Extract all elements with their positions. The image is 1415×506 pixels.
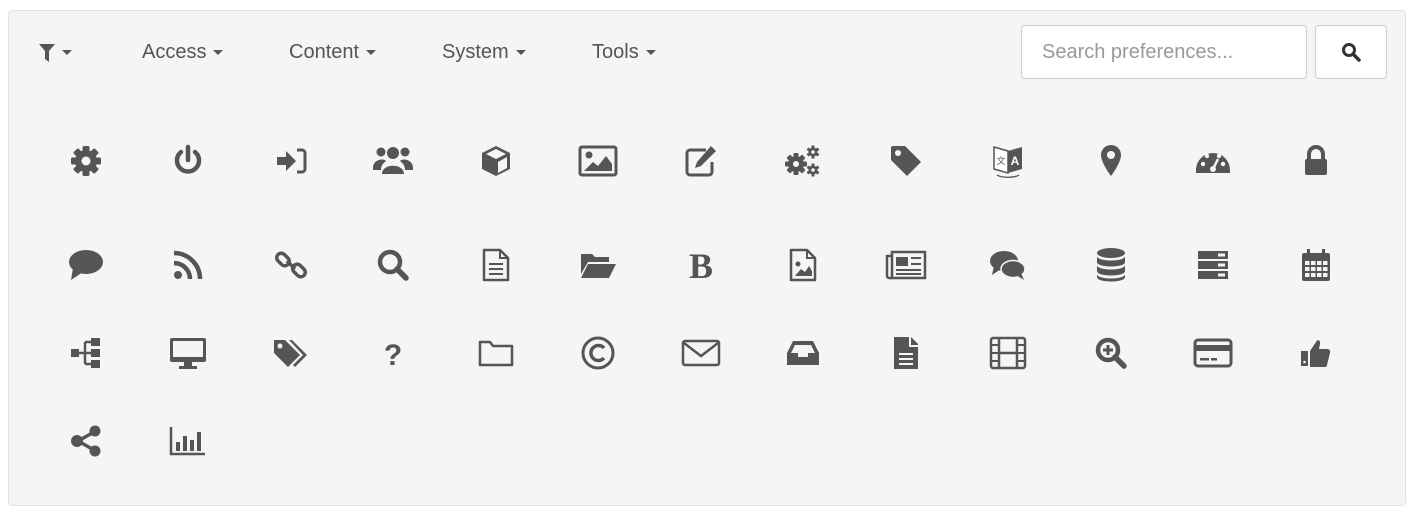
users-icon[interactable]: [361, 129, 425, 193]
cog-icon[interactable]: [54, 129, 118, 193]
search-input[interactable]: [1021, 25, 1307, 79]
filter-icon: [39, 43, 55, 62]
credit-card-icon[interactable]: [1181, 321, 1245, 385]
menu-content[interactable]: Content: [289, 41, 377, 64]
svg-text:A: A: [1011, 154, 1020, 168]
filter-dropdown[interactable]: [39, 41, 72, 64]
envelope-icon[interactable]: [669, 321, 733, 385]
search-icon[interactable]: [361, 233, 425, 297]
inbox-icon[interactable]: [771, 321, 835, 385]
zoom-in-icon[interactable]: [1079, 321, 1143, 385]
calendar-icon[interactable]: [1284, 233, 1348, 297]
svg-text:B: B: [689, 247, 713, 283]
newspaper-icon[interactable]: [874, 233, 938, 297]
caret-down-icon: [515, 50, 526, 56]
comment-icon[interactable]: [54, 233, 118, 297]
copyright-icon[interactable]: [566, 321, 630, 385]
comments-icon[interactable]: [976, 233, 1040, 297]
server-icon[interactable]: [1181, 233, 1245, 297]
preferences-panel: Access Content System Tools Search prefe…: [8, 10, 1406, 506]
tag-icon[interactable]: [874, 129, 938, 193]
caret-down-icon: [645, 50, 656, 56]
svg-text:文: 文: [996, 155, 1005, 167]
database-icon[interactable]: [1079, 233, 1143, 297]
desktop-icon[interactable]: [156, 321, 220, 385]
sitemap-icon[interactable]: [54, 321, 118, 385]
file-image-icon[interactable]: [771, 233, 835, 297]
thumbs-up-icon[interactable]: [1284, 321, 1348, 385]
cogs-icon[interactable]: [771, 129, 835, 193]
menu-tools[interactable]: Tools: [592, 41, 656, 64]
lock-icon[interactable]: [1284, 129, 1348, 193]
rss-icon[interactable]: [156, 233, 220, 297]
translate-icon[interactable]: A文: [976, 129, 1040, 193]
menu-system[interactable]: System: [442, 41, 526, 64]
link-icon[interactable]: [259, 233, 323, 297]
bar-chart-icon[interactable]: [156, 409, 220, 473]
menu-access-label: Access: [142, 41, 207, 63]
bold-icon[interactable]: B: [669, 233, 733, 297]
caret-down-icon: [366, 50, 377, 56]
image-icon[interactable]: [566, 129, 630, 193]
tags-icon[interactable]: [259, 321, 323, 385]
folder-open-icon[interactable]: [566, 233, 630, 297]
film-icon[interactable]: [976, 321, 1040, 385]
menu-access[interactable]: Access: [142, 41, 224, 64]
cube-icon[interactable]: [464, 129, 528, 193]
search-icon: [1342, 43, 1361, 62]
map-marker-icon[interactable]: [1079, 129, 1143, 193]
caret-down-icon: [62, 50, 72, 56]
file-text-icon[interactable]: [464, 233, 528, 297]
caret-down-icon: [213, 50, 224, 56]
menu-content-label: Content: [289, 41, 360, 63]
power-icon[interactable]: [156, 129, 220, 193]
question-icon[interactable]: ?: [361, 321, 425, 385]
menu-tools-label: Tools: [592, 41, 639, 63]
edit-icon[interactable]: [669, 129, 733, 193]
menu-system-label: System: [442, 41, 509, 63]
svg-text:?: ?: [384, 339, 402, 370]
sign-in-icon[interactable]: [259, 129, 323, 193]
file-icon[interactable]: [874, 321, 938, 385]
toolbar: Access Content System Tools: [9, 11, 1405, 93]
folder-icon[interactable]: [464, 321, 528, 385]
search-button[interactable]: [1315, 25, 1387, 79]
dashboard-icon[interactable]: [1181, 129, 1245, 193]
share-icon[interactable]: [54, 409, 118, 473]
